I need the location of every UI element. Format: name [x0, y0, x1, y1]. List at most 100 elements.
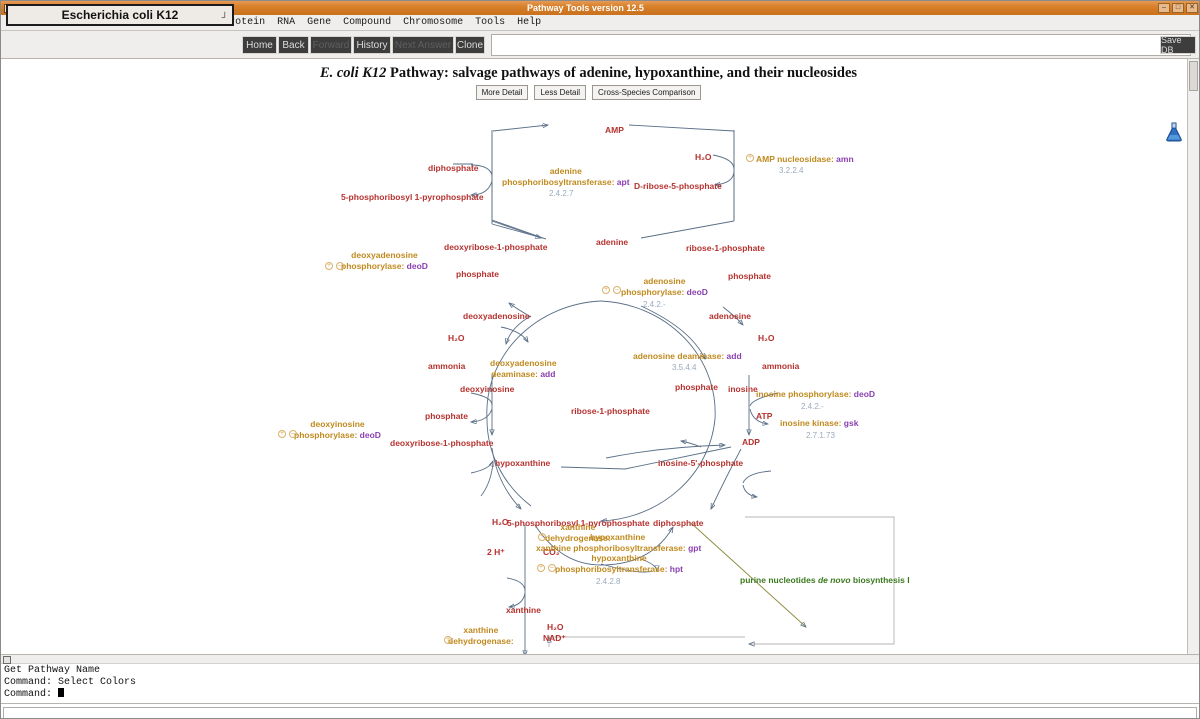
toolbar-button-back[interactable]: Back [278, 36, 309, 54]
compound-xanthine[interactable]: xanthine [506, 605, 541, 615]
enzyme-deod-deoxyadenosine[interactable]: deoxyadenosinephosphorylase: deoD [341, 250, 428, 272]
expand-icon[interactable]: + [538, 533, 546, 541]
collapse-icon[interactable]: – [289, 430, 297, 438]
ec-number-amn[interactable]: 3.2.2.4 [779, 166, 803, 175]
console-resize-grip[interactable] [1, 654, 1200, 664]
compound-h2o-right[interactable]: H₂O [758, 333, 775, 343]
compound-h2o-amp[interactable]: H₂O [695, 152, 712, 162]
compound-ribose-1-phosphate-2[interactable]: ribose-1-phosphate [571, 406, 650, 416]
gene-link-deoD[interactable]: deoD [854, 389, 875, 399]
pathway-canvas[interactable]: E. coli K12 Pathway: salvage pathways of… [1, 59, 1200, 654]
enzyme-hypoxanthine-overlap[interactable]: hypoxanthine [590, 532, 645, 543]
menu-item-tools[interactable]: Tools [469, 15, 511, 30]
toolbar-button-home[interactable]: Home [242, 36, 277, 54]
compound-h2o-xan[interactable]: H₂O [547, 622, 564, 632]
save-db-button[interactable]: Save DB [1160, 36, 1196, 54]
expand-icon[interactable]: + [278, 430, 286, 438]
organism-selector[interactable]: Escherichia coli K12 ┘ [6, 4, 234, 26]
compound-phosphate-left3[interactable]: phosphate [425, 411, 468, 421]
gene-link-gsk[interactable]: gsk [844, 418, 859, 428]
compound-d-ribose-5-phosphate[interactable]: D-ribose-5-phosphate [634, 181, 722, 191]
gene-link-gpt[interactable]: gpt [688, 543, 701, 553]
gene-link-deoD[interactable]: deoD [687, 287, 708, 297]
compound-amp[interactable]: AMP [605, 125, 624, 135]
gene-link-apt[interactable]: apt [617, 177, 630, 187]
compound-phosphate-right1[interactable]: phosphate [728, 271, 771, 281]
expand-icon[interactable]: + [325, 262, 333, 270]
enzyme-hpt[interactable]: hypoxanthinephosphoribosyltransferase: h… [555, 553, 683, 575]
toolbar-button-history[interactable]: History [353, 36, 391, 54]
canvas-scrollbar-vertical[interactable] [1187, 59, 1199, 654]
enzyme-name-line2: deaminase: add [490, 369, 557, 380]
enzyme-name-line2: phosphorylase: deoD [294, 430, 381, 441]
collapse-icon[interactable]: – [613, 286, 621, 294]
menu-item-gene[interactable]: Gene [301, 15, 337, 30]
menu-item-rna[interactable]: RNA [271, 15, 301, 30]
gene-link-add[interactable]: add [727, 351, 742, 361]
enzyme-deod-inosine[interactable]: inosine phosphorylase: deoD [756, 389, 875, 400]
compound-adp[interactable]: ADP [742, 437, 760, 447]
compound-deoxyinosine[interactable]: deoxyinosine [460, 384, 514, 394]
compound-diphosphate-top[interactable]: diphosphate [428, 163, 479, 173]
toolbar-text-field[interactable] [491, 34, 1191, 56]
gene-link-amn[interactable]: amn [836, 154, 853, 164]
collapse-icon[interactable]: – [336, 262, 344, 270]
menu-item-compound[interactable]: Compound [337, 15, 397, 30]
gene-link-hpt[interactable]: hpt [670, 564, 683, 574]
gene-link-add[interactable]: add [540, 369, 555, 379]
compound-prpp-top[interactable]: 5-phosphoribosyl 1-pyrophosphate [341, 192, 484, 202]
compound-h2o-left[interactable]: H₂O [448, 333, 465, 343]
enzyme-amn[interactable]: AMP nucleosidase: amn [756, 154, 854, 165]
compound-deoxyribose-1-phosphate-top[interactable]: deoxyribose-1-phosphate [444, 242, 547, 252]
compound-inosine-5-phosphate[interactable]: inosine-5'-phosphate [658, 458, 743, 468]
enzyme-gsk[interactable]: inosine kinase: gsk [780, 418, 858, 429]
collapse-icon[interactable]: – [548, 564, 556, 572]
compound-nad[interactable]: NAD⁺ [543, 633, 566, 643]
enzyme-deod-adenosine[interactable]: adenosinephosphorylase: deoD [621, 276, 708, 298]
enzyme-xdh-2[interactable]: xanthinedehydrogenase: [448, 625, 514, 647]
ec-number-hpt[interactable]: 2.4.2.8 [596, 577, 620, 586]
ec-number-deod-inosine[interactable]: 2.4.2.- [801, 402, 824, 411]
minimize-button[interactable]: – [1158, 3, 1170, 13]
menu-item-chromosome[interactable]: Chromosome [397, 15, 469, 30]
enzyme-deod-deoxyinosine[interactable]: deoxyinosinephosphorylase: deoD [294, 419, 381, 441]
ec-number-apt[interactable]: 2.4.2.7 [549, 189, 573, 198]
scrollbar-thumb[interactable] [1189, 61, 1198, 91]
compound-ammonia-left[interactable]: ammonia [428, 361, 465, 371]
console-input[interactable] [3, 707, 1197, 719]
enzyme-name-text: deaminase: [491, 369, 538, 379]
expand-icon[interactable]: + [602, 286, 610, 294]
toolbar-button-clone[interactable]: Clone [455, 36, 485, 54]
compound-atp[interactable]: ATP [756, 411, 772, 421]
enzyme-name-line2: AMP nucleosidase: amn [756, 154, 854, 165]
compound-deoxyadenosine[interactable]: deoxyadenosine [463, 311, 530, 321]
menu-item-help[interactable]: Help [511, 15, 547, 30]
close-button[interactable]: ✕ [1186, 3, 1198, 13]
enzyme-name-text: dehydrogenase: [448, 636, 514, 646]
compound-diphosphate-bot[interactable]: diphosphate [653, 518, 704, 528]
ec-number-deod-adenosine[interactable]: 2.4.2.- [643, 300, 666, 309]
compound-ammonia-right[interactable]: ammonia [762, 361, 799, 371]
gene-link-deoD[interactable]: deoD [360, 430, 381, 440]
expand-icon[interactable]: + [746, 154, 754, 162]
compound-ribose-1-phosphate[interactable]: ribose-1-phosphate [686, 243, 765, 253]
compound-two-h[interactable]: 2 H⁺ [487, 547, 505, 557]
ec-number-gsk[interactable]: 2.7.1.73 [806, 431, 835, 440]
enzyme-add-adenosine[interactable]: adenosine deaminase: add [633, 351, 742, 362]
enzyme-name-line1: deoxyadenosine [341, 250, 428, 261]
pathway-link-denovo[interactable]: purine nucleotides de novo biosynthesis … [740, 575, 910, 585]
compound-phosphate-left1[interactable]: phosphate [456, 269, 499, 279]
expand-icon[interactable]: + [537, 564, 545, 572]
ec-number-add-adenosine[interactable]: 3.5.4.4 [672, 363, 696, 372]
enzyme-apt[interactable]: adeninephosphoribosyltransferase: apt [502, 166, 630, 188]
compound-inosine[interactable]: inosine [728, 384, 758, 394]
compound-deoxyribose-1-phosphate-2[interactable]: deoxyribose-1-phosphate [390, 438, 493, 448]
compound-adenine[interactable]: adenine [596, 237, 628, 247]
maximize-button[interactable]: □ [1172, 3, 1184, 13]
enzyme-add-deoxyadenosine[interactable]: deoxyadenosinedeaminase: add [490, 358, 557, 380]
compound-phosphate-left2[interactable]: phosphate [675, 382, 718, 392]
compound-hypoxanthine[interactable]: hypoxanthine [495, 458, 550, 468]
expand-icon[interactable]: + [444, 636, 452, 644]
compound-adenosine[interactable]: adenosine [709, 311, 751, 321]
gene-link-deoD[interactable]: deoD [407, 261, 428, 271]
